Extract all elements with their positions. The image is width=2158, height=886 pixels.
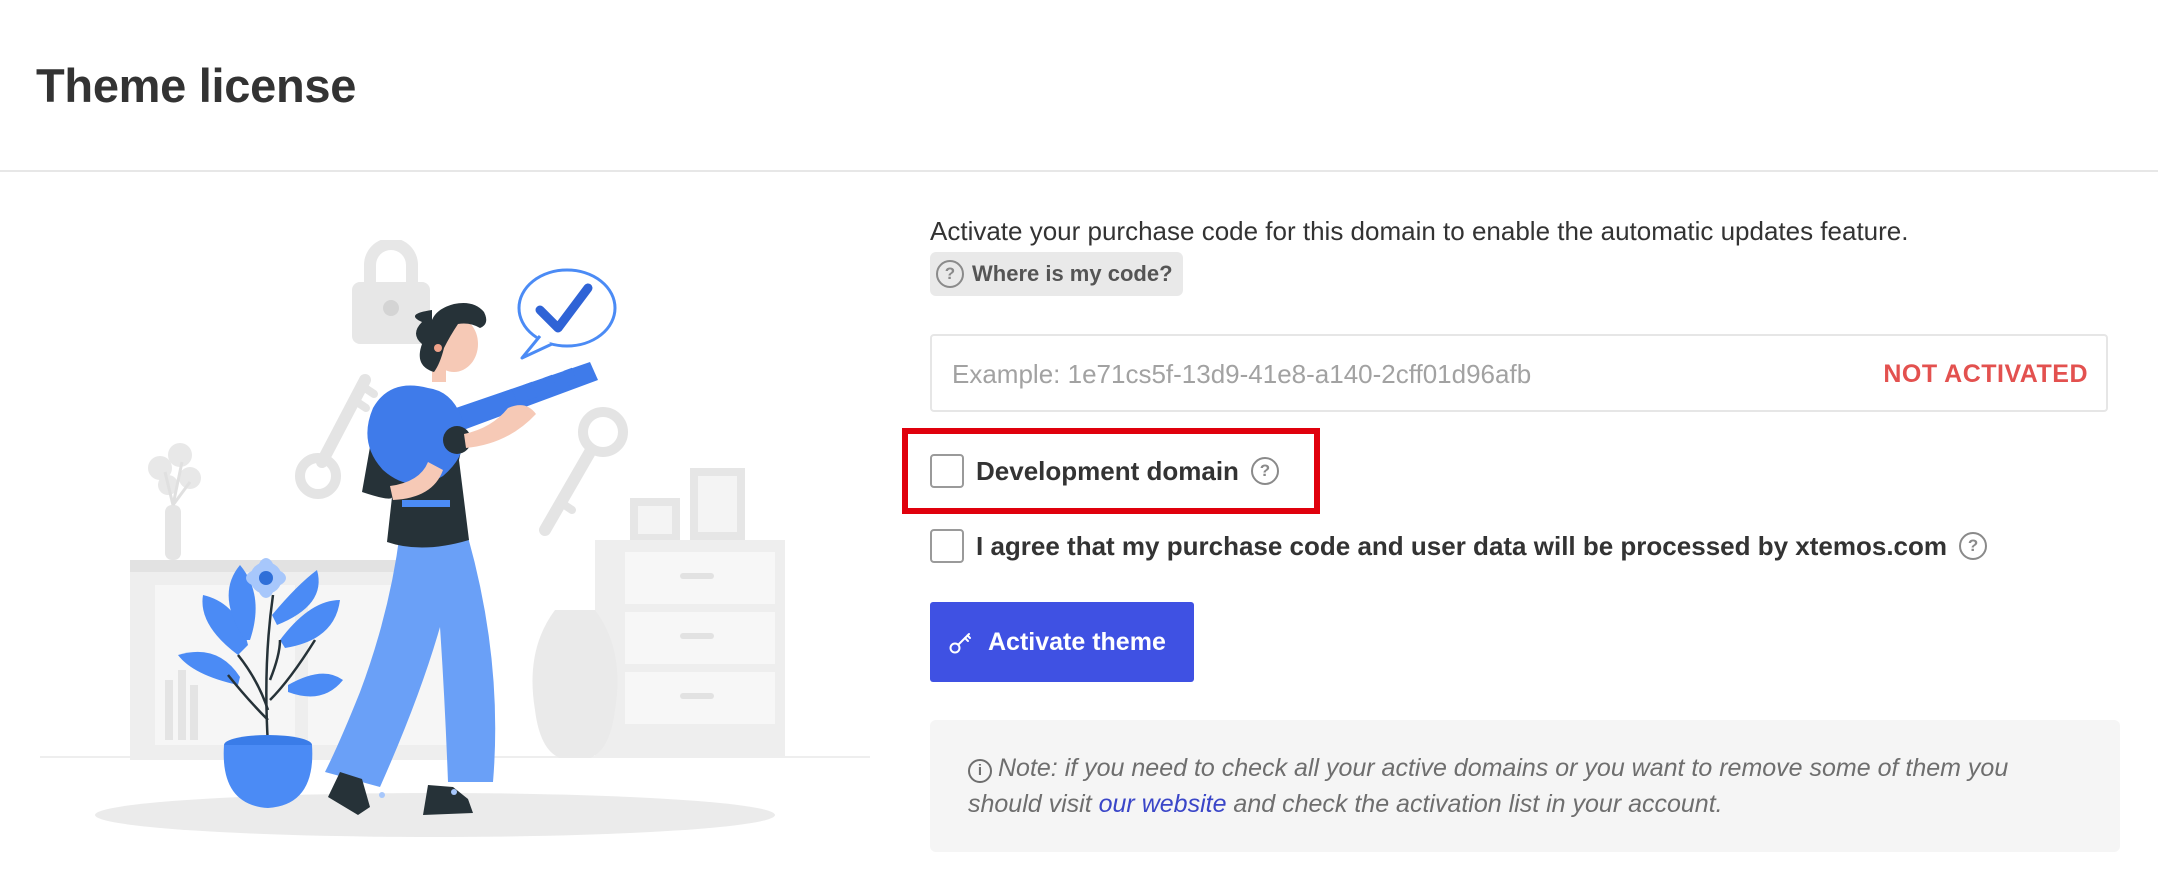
activate-theme-button[interactable]: Activate theme (930, 602, 1194, 682)
development-domain-row: Development domain ? (930, 454, 1279, 488)
activate-theme-label: Activate theme (988, 627, 1166, 656)
development-domain-checkbox[interactable] (930, 454, 964, 488)
where-is-my-code-label: Where is my code? (972, 261, 1173, 286)
development-domain-label[interactable]: Development domain (976, 456, 1239, 487)
agree-label[interactable]: I agree that my purchase code and user d… (976, 531, 1947, 562)
activation-note: i Note: if you need to check all your act… (930, 720, 2120, 852)
page-header: Theme license (0, 0, 2158, 172)
development-domain-help-icon[interactable]: ? (1250, 457, 1279, 485)
agree-checkbox[interactable] (930, 529, 964, 563)
activation-status-badge: NOT ACTIVATED (1883, 360, 2088, 388)
note-text-suffix: and check the activation list in your ac… (1226, 790, 1723, 818)
agree-help-icon[interactable]: ? (1959, 532, 1988, 560)
purchase-code-input[interactable] (950, 336, 1804, 412)
key-icon (949, 633, 971, 654)
where-is-my-code-button[interactable]: ? Where is my code? (930, 252, 1183, 296)
intro-text: Activate your purchase code for this dom… (930, 216, 1909, 246)
agree-row: I agree that my purchase code and user d… (930, 529, 1988, 563)
info-circle-icon: i (968, 759, 992, 783)
key-person-illustration (40, 240, 870, 837)
page-title: Theme license (36, 59, 357, 112)
our-website-link[interactable]: our website (1099, 790, 1227, 818)
purchase-code-field: NOT ACTIVATED (930, 334, 2108, 412)
question-circle-icon: ? (936, 260, 964, 288)
